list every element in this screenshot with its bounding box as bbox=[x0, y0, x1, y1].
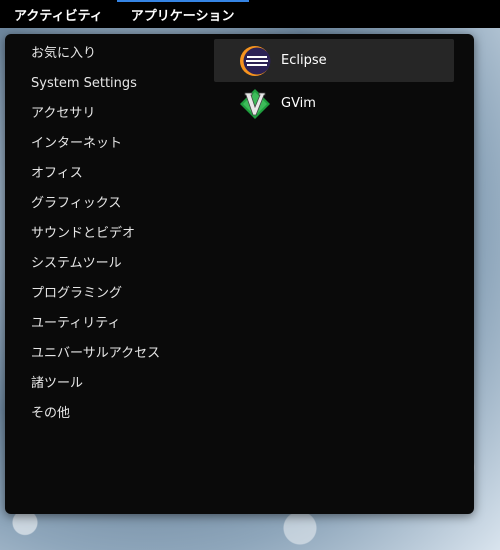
activities-button[interactable]: アクティビティ bbox=[0, 0, 117, 28]
category-utilities[interactable]: ユーティリティ bbox=[31, 309, 211, 339]
category-favorites[interactable]: お気に入り bbox=[31, 39, 211, 69]
eclipse-icon bbox=[238, 44, 272, 78]
top-bar: アクティビティ アプリケーション bbox=[0, 0, 500, 28]
app-list: Eclipse GVim bbox=[214, 39, 454, 125]
category-office[interactable]: オフィス bbox=[31, 159, 211, 189]
category-universal-access[interactable]: ユニバーサルアクセス bbox=[31, 339, 211, 369]
app-label: GVim bbox=[281, 96, 316, 111]
category-graphics[interactable]: グラフィックス bbox=[31, 189, 211, 219]
category-sound-video[interactable]: サウンドとビデオ bbox=[31, 219, 211, 249]
app-item-gvim[interactable]: GVim bbox=[214, 82, 454, 125]
applications-menu-button[interactable]: アプリケーション bbox=[116, 0, 249, 28]
gvim-icon bbox=[238, 87, 272, 121]
category-sundry[interactable]: 諸ツール bbox=[31, 369, 211, 399]
app-item-eclipse[interactable]: Eclipse bbox=[214, 39, 454, 82]
category-accessories[interactable]: アクセサリ bbox=[31, 99, 211, 129]
category-list: お気に入り System Settings アクセサリ インターネット オフィス… bbox=[31, 39, 211, 429]
category-internet[interactable]: インターネット bbox=[31, 129, 211, 159]
category-other[interactable]: その他 bbox=[31, 399, 211, 429]
category-system-tools[interactable]: システムツール bbox=[31, 249, 211, 279]
app-label: Eclipse bbox=[281, 53, 327, 68]
category-programming[interactable]: プログラミング bbox=[31, 279, 211, 309]
applications-menu: お気に入り System Settings アクセサリ インターネット オフィス… bbox=[5, 34, 474, 514]
category-system-settings[interactable]: System Settings bbox=[31, 69, 211, 99]
